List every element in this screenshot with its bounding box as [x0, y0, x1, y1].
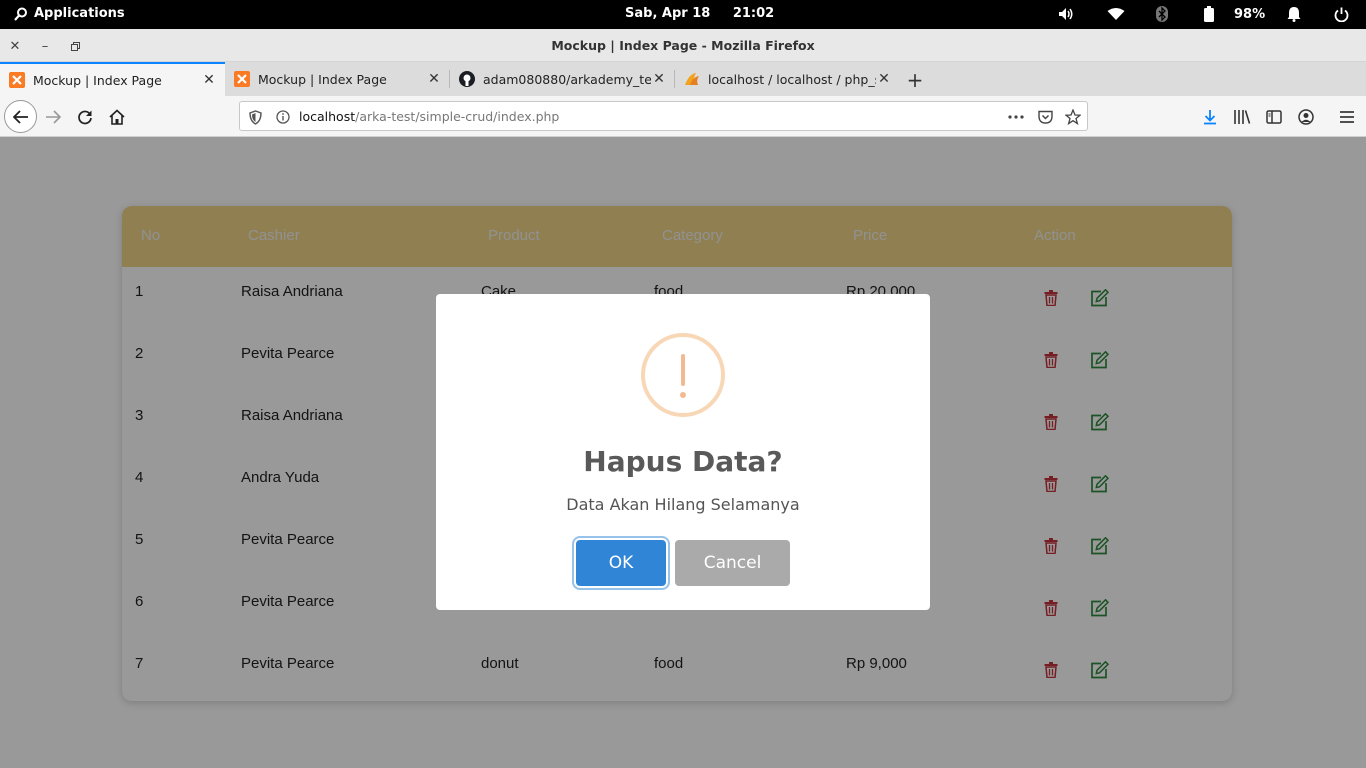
tab-github[interactable]: adam080880/arkademy_test ✕ [450, 62, 675, 96]
xampp-icon [9, 72, 25, 88]
page-actions-icon[interactable] [1006, 107, 1026, 127]
arrow-right-icon [46, 110, 61, 124]
tracking-protection-icon[interactable] [245, 107, 265, 127]
window-title-bar: ✕ – Mockup | Index Page - Mozilla Firefo… [0, 29, 1366, 62]
warning-icon-bar [681, 354, 685, 386]
url-path: /arka-test/simple-crud/index.php [355, 109, 560, 124]
url-host: localhost [299, 109, 356, 124]
time-text: 21:02 [732, 6, 775, 21]
downloads-button[interactable] [1197, 104, 1223, 130]
wifi-icon[interactable] [1107, 5, 1125, 23]
bookmark-star-icon[interactable] [1063, 107, 1083, 127]
sidebar-icon [1266, 110, 1282, 124]
hamburger-menu-icon [1340, 111, 1354, 123]
notification-bell-icon[interactable] [1286, 5, 1302, 23]
close-tab-icon[interactable]: ✕ [201, 72, 217, 88]
tab-mockup-index-2[interactable]: Mockup | Index Page ✕ [225, 62, 450, 96]
github-icon [459, 71, 475, 87]
close-tab-icon[interactable]: ✕ [426, 71, 442, 87]
account-button[interactable] [1293, 104, 1319, 130]
tab-label: adam080880/arkademy_test [483, 71, 651, 87]
warning-icon-dot [680, 392, 686, 398]
applications-label: Applications [34, 6, 125, 21]
home-icon [109, 109, 125, 125]
download-icon [1204, 110, 1216, 125]
clock[interactable]: Sab, Apr 18 21:02 [625, 6, 792, 21]
xampp-icon [234, 71, 250, 87]
warning-icon [641, 333, 725, 417]
tab-phpmyadmin[interactable]: localhost / localhost / php_sir ✕ [675, 62, 900, 96]
close-tab-icon[interactable]: ✕ [876, 71, 892, 87]
new-tab-button[interactable]: + [904, 68, 926, 92]
library-icon [1234, 110, 1251, 124]
dialog-message: Data Akan Hilang Selamanya [566, 495, 800, 514]
applications-menu[interactable]: Applications [14, 6, 125, 21]
ok-button[interactable]: OK [576, 540, 666, 586]
tab-bar: Mockup | Index Page ✕ Mockup | Index Pag… [0, 62, 1366, 96]
search-icon [14, 7, 27, 21]
volume-icon[interactable] [1058, 5, 1074, 23]
reload-icon [78, 110, 92, 125]
home-button[interactable] [104, 104, 130, 130]
dialog-title: Hapus Data? [583, 445, 783, 478]
window-title: Mockup | Index Page - Mozilla Firefox [551, 38, 815, 53]
phpmyadmin-icon [684, 71, 700, 87]
arrow-left-icon [12, 109, 28, 124]
tab-mockup-index-1[interactable]: Mockup | Index Page ✕ [0, 62, 225, 96]
menu-button[interactable] [1334, 104, 1360, 130]
bluetooth-icon[interactable] [1156, 5, 1168, 23]
close-tab-icon[interactable]: ✕ [651, 71, 667, 87]
pocket-icon[interactable] [1035, 107, 1055, 127]
power-icon[interactable] [1334, 5, 1349, 23]
confirm-delete-dialog: Hapus Data? Data Akan Hilang Selamanya O… [436, 294, 930, 610]
tab-label: Mockup | Index Page [33, 72, 162, 88]
battery-icon[interactable] [1204, 5, 1214, 23]
address-bar[interactable]: localhost/arka-test/simple-crud/index.ph… [239, 101, 1088, 131]
sidebar-button[interactable] [1261, 104, 1287, 130]
site-info-icon[interactable] [273, 107, 293, 127]
forward-button[interactable] [40, 104, 66, 130]
tab-label: Mockup | Index Page [258, 71, 387, 87]
back-button[interactable] [4, 100, 37, 133]
reload-button[interactable] [72, 104, 98, 130]
date-text: Sab, Apr 18 [625, 6, 711, 21]
navigation-toolbar: localhost/arka-test/simple-crud/index.ph… [0, 96, 1366, 137]
account-icon [1298, 109, 1314, 125]
cancel-button[interactable]: Cancel [675, 540, 790, 586]
tab-label: localhost / localhost / php_sir [708, 71, 876, 87]
battery-percentage: 98% [1234, 6, 1266, 22]
library-button[interactable] [1229, 104, 1255, 130]
system-top-bar: Applications Sab, Apr 18 21:02 98% [0, 0, 1366, 29]
url-text[interactable]: localhost/arka-test/simple-crud/index.ph… [299, 109, 559, 124]
